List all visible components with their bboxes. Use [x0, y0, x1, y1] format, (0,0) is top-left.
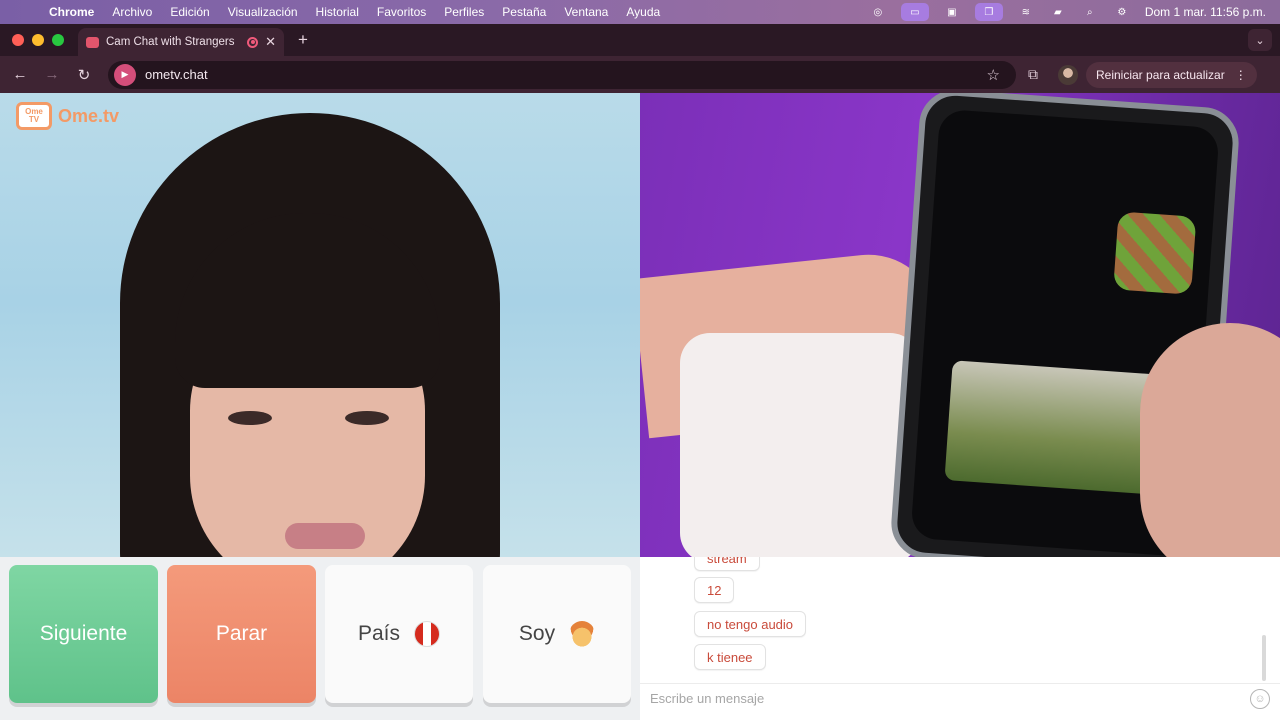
- close-tab-icon[interactable]: ✕: [265, 34, 276, 50]
- country-button[interactable]: País: [325, 565, 473, 703]
- forward-button[interactable]: →: [36, 66, 68, 83]
- emoji-icon[interactable]: ☺: [1250, 688, 1270, 709]
- minimize-window-button[interactable]: [32, 34, 44, 46]
- spotlight-search-icon[interactable]: ⌕: [1081, 5, 1099, 19]
- remote-video: [640, 93, 1280, 557]
- reload-button[interactable]: ↻: [68, 66, 100, 84]
- stage-manager-icon[interactable]: ❐: [974, 3, 1003, 21]
- restart-to-update-button[interactable]: Reiniciar para actualizar ⋮: [1086, 61, 1257, 88]
- address-bar[interactable]: ▶ ometv.chat ☆: [108, 60, 1016, 89]
- page-content: Ome TV Ome.tv Siguiente Parar País Soy st…: [0, 93, 1280, 720]
- profile-avatar[interactable]: [1058, 64, 1078, 85]
- tab-ometv[interactable]: Cam Chat with Strangers ✕: [78, 28, 284, 56]
- chat-message: no tengo audio: [694, 611, 807, 637]
- menu-edicion[interactable]: Edición: [161, 5, 218, 19]
- menubar-clock[interactable]: Dom 1 mar. 11:56 p.m.: [1145, 5, 1266, 19]
- message-input[interactable]: [650, 691, 1250, 706]
- chrome-menu-icon[interactable]: ⋮: [1235, 68, 1247, 82]
- url-text[interactable]: ometv.chat: [145, 67, 987, 82]
- chat-message: 12: [694, 577, 735, 603]
- extensions-icon[interactable]: ⧉: [1016, 66, 1050, 83]
- chat-message: k tienee: [694, 644, 766, 670]
- menu-favoritos[interactable]: Favoritos: [368, 5, 435, 19]
- chat-message: stream: [694, 557, 760, 571]
- new-tab-button[interactable]: +: [284, 30, 308, 50]
- menu-ventana[interactable]: Ventana: [555, 5, 617, 19]
- menu-archivo[interactable]: Archivo: [103, 5, 161, 19]
- wifi-icon[interactable]: ≋: [1017, 5, 1035, 19]
- creative-cloud-icon[interactable]: ◎: [869, 5, 887, 19]
- close-window-button[interactable]: [12, 34, 24, 46]
- tab-favicon-icon: [86, 36, 99, 48]
- battery-icon[interactable]: ▰: [1049, 5, 1067, 19]
- next-button-label: Siguiente: [39, 622, 128, 645]
- status-area: ◎ ▭ ▣ ❐ ≋ ▰ ⌕ ⚙ Dom 1 mar. 11:56 p.m.: [869, 3, 1280, 21]
- zoom-window-button[interactable]: [52, 34, 64, 46]
- chat-scrollbar[interactable]: [1262, 635, 1266, 681]
- stop-button[interactable]: Parar: [167, 565, 316, 703]
- next-button[interactable]: Siguiente: [9, 565, 158, 703]
- video-person-eye: [228, 411, 272, 425]
- menu-ayuda[interactable]: Ayuda: [617, 5, 669, 19]
- country-button-label: País: [357, 622, 401, 645]
- ometv-logo-text: Ome.tv: [58, 105, 120, 126]
- tab-title: Cam Chat with Strangers: [106, 36, 235, 48]
- local-video: Ome TV Ome.tv: [0, 93, 640, 557]
- gender-button-label: Soy: [518, 622, 556, 645]
- back-button[interactable]: ←: [4, 66, 36, 83]
- boy-emoji-icon: [569, 621, 596, 647]
- gender-button[interactable]: Soy: [483, 565, 631, 703]
- tab-strip: Cam Chat with Strangers ✕ + ⌄: [0, 24, 1280, 56]
- menu-pestana[interactable]: Pestaña: [493, 5, 555, 19]
- menu-bar: Chrome Archivo Edición Visualización His…: [0, 0, 1280, 24]
- menu-historial[interactable]: Historial: [307, 5, 368, 19]
- video-shirt: [680, 333, 920, 557]
- video-person-lips: [285, 523, 365, 549]
- menu-chrome[interactable]: Chrome: [40, 5, 103, 19]
- ometv-logo-badge: Ome TV: [16, 102, 52, 130]
- menu-perfiles[interactable]: Perfiles: [435, 5, 493, 19]
- tab-search-button[interactable]: ⌄: [1248, 29, 1272, 51]
- message-composer: ☺: [640, 683, 1280, 713]
- chat-panel: stream 12 no tengo audio k tienee ☺: [640, 557, 1280, 720]
- peru-flag-icon: [414, 621, 441, 647]
- menu-visualizacion[interactable]: Visualización: [219, 5, 307, 19]
- recording-indicator-icon: [247, 36, 259, 48]
- window-icon[interactable]: ▣: [943, 5, 961, 19]
- update-label: Reiniciar para actualizar: [1096, 67, 1225, 82]
- bookmark-star-icon[interactable]: ☆: [987, 66, 1010, 84]
- browser-toolbar: ← → ↻ ▶ ometv.chat ☆ ⧉ Reiniciar para ac…: [0, 56, 1280, 93]
- minecraft-app-icon: [1113, 211, 1197, 295]
- site-info-icon[interactable]: ▶: [114, 63, 136, 86]
- control-center-icon[interactable]: ⚙: [1113, 5, 1131, 19]
- video-person-eye: [345, 411, 389, 425]
- ometv-logo: Ome TV Ome.tv: [16, 102, 119, 130]
- stop-button-label: Parar: [215, 622, 268, 645]
- window-controls: [0, 34, 78, 46]
- screen-mirroring-icon[interactable]: ▭: [900, 3, 929, 21]
- video-hand: [1140, 323, 1280, 557]
